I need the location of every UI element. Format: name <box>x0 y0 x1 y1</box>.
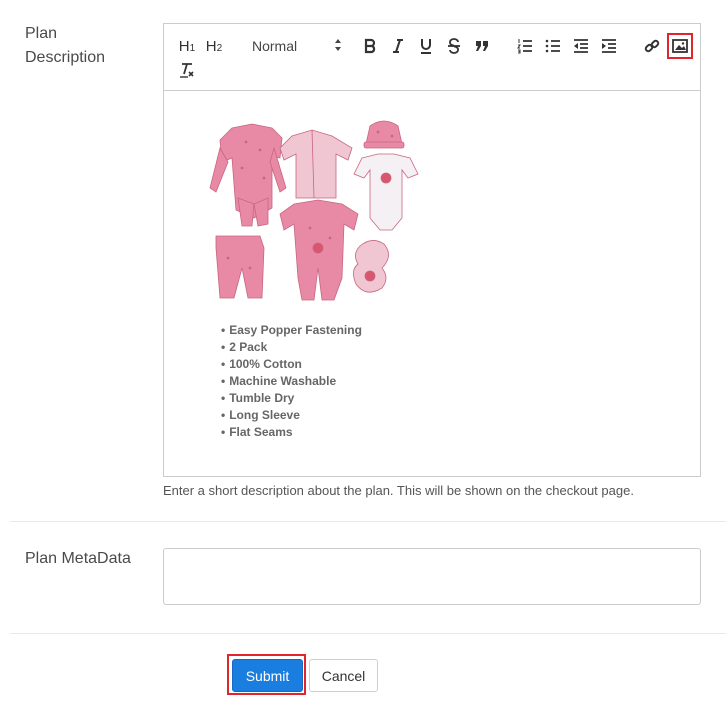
italic-button[interactable] <box>387 35 409 57</box>
blockquote-icon <box>476 41 488 51</box>
italic-icon <box>393 39 403 53</box>
feature-list: Easy Popper Fastening 2 Pack 100% Cotton… <box>221 322 362 441</box>
submit-button[interactable]: Submit <box>232 659 303 692</box>
editor-toolbar: H1 H2 Normal <box>164 24 700 91</box>
editor-content[interactable]: Easy Popper Fastening 2 Pack 100% Cotton… <box>164 91 700 476</box>
list-item: Machine Washable <box>221 373 362 390</box>
list-item: 2 Pack <box>221 339 362 356</box>
ordered-list-button[interactable] <box>514 35 536 57</box>
plan-description-label: Plan Description <box>25 25 106 66</box>
underline-button[interactable] <box>415 35 437 57</box>
link-button[interactable] <box>641 35 663 57</box>
bullet-list-icon <box>545 39 560 53</box>
section-divider <box>10 521 726 522</box>
h1-button[interactable]: H1 <box>176 35 198 57</box>
list-item: Long Sleeve <box>221 407 362 424</box>
bold-button[interactable] <box>359 35 381 57</box>
rich-text-editor[interactable]: H1 H2 Normal • Easy Popper Fastening • 2… <box>163 23 701 477</box>
list-item: 100% Cotton <box>221 356 362 373</box>
indent-icon <box>602 39 616 53</box>
underline-icon <box>421 39 431 54</box>
list-item: Easy Popper Fastening <box>221 322 362 339</box>
section-divider <box>10 633 726 634</box>
clear-format-button[interactable] <box>176 59 198 81</box>
outdent-button[interactable] <box>570 35 592 57</box>
image-button[interactable] <box>667 33 693 59</box>
baby-clothes-image <box>209 120 419 301</box>
header-select-value: Normal <box>252 38 298 54</box>
link-icon <box>644 39 660 53</box>
list-item: Tumble Dry <box>221 390 362 407</box>
clear-format-icon <box>180 63 194 78</box>
bold-icon <box>364 38 376 54</box>
outdent-icon <box>574 39 588 53</box>
cancel-button[interactable]: Cancel <box>309 659 378 692</box>
list-item: Flat Seams <box>221 424 362 441</box>
plan-metadata-label: Plan MetaData <box>25 550 131 567</box>
h2-button[interactable]: H2 <box>203 35 225 57</box>
description-helper-text: Enter a short description about the plan… <box>163 483 634 498</box>
bullet-list-button[interactable] <box>542 35 564 57</box>
strike-icon <box>448 38 460 54</box>
header-select[interactable]: Normal <box>246 35 342 57</box>
plan-metadata-input[interactable] <box>163 548 701 605</box>
blockquote-button[interactable] <box>471 35 493 57</box>
image-icon <box>672 39 688 53</box>
indent-button[interactable] <box>598 35 620 57</box>
select-arrows-icon <box>335 39 341 51</box>
strike-button[interactable] <box>443 35 465 57</box>
ordered-list-icon <box>517 39 532 54</box>
